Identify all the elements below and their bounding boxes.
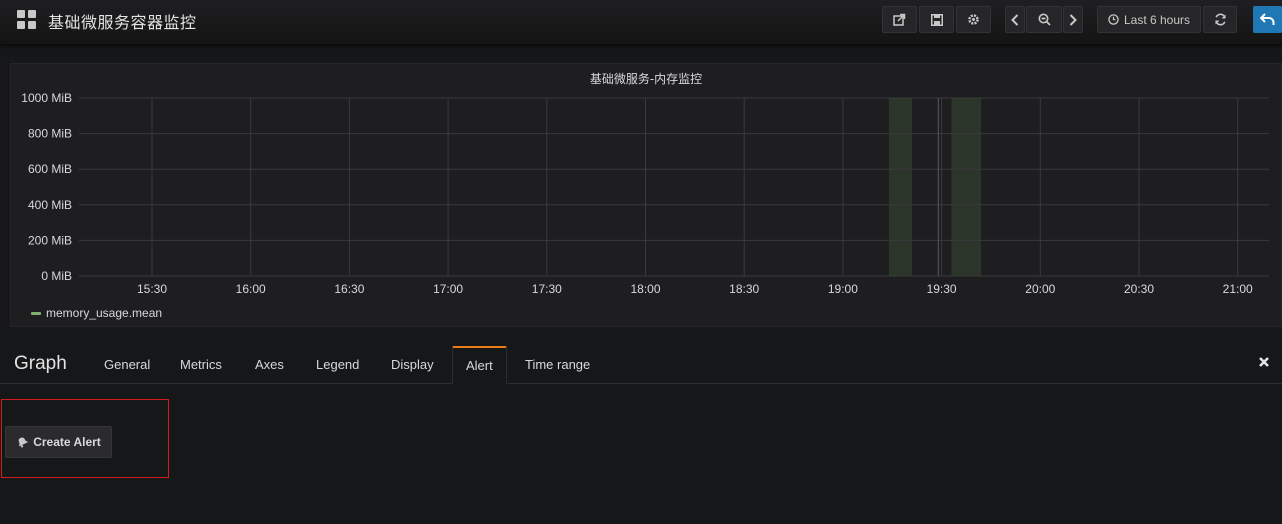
x-tick-label: 19:00 bbox=[828, 282, 858, 296]
tab-general[interactable]: General bbox=[91, 346, 163, 383]
x-tick-label: 20:00 bbox=[1025, 282, 1055, 296]
shaded-region-0 bbox=[888, 98, 912, 276]
close-icon[interactable] bbox=[1258, 356, 1270, 368]
time-range-picker[interactable]: Last 6 hours bbox=[1097, 6, 1201, 33]
create-alert-button[interactable]: Create Alert bbox=[5, 426, 112, 458]
dashboard-title[interactable]: 基础微服务容器监控 bbox=[48, 9, 197, 33]
grid-icon[interactable] bbox=[17, 10, 37, 30]
tab-axes[interactable]: Axes bbox=[242, 346, 297, 383]
x-tick-label: 21:00 bbox=[1223, 282, 1253, 296]
save-button[interactable] bbox=[919, 6, 954, 33]
legend-swatch bbox=[31, 311, 41, 315]
x-tick-label: 16:00 bbox=[236, 282, 266, 296]
save-icon bbox=[930, 13, 943, 26]
tab-alert[interactable]: Alert bbox=[452, 346, 507, 384]
y-tick-label: 1000 MiB bbox=[21, 91, 72, 105]
back-button[interactable] bbox=[1253, 6, 1282, 33]
y-tick-label: 800 MiB bbox=[28, 127, 72, 141]
time-prev-button[interactable] bbox=[1005, 6, 1025, 33]
refresh-button[interactable] bbox=[1203, 6, 1237, 33]
create-alert-label: Create Alert bbox=[33, 435, 101, 449]
x-tick-label: 19:30 bbox=[927, 282, 957, 296]
editor-title: Graph bbox=[14, 353, 67, 374]
x-tick-label: 16:30 bbox=[334, 282, 364, 296]
chevron-right-icon bbox=[1069, 13, 1077, 26]
chevron-left-icon bbox=[1011, 13, 1019, 26]
tab-display[interactable]: Display bbox=[378, 346, 447, 383]
y-tick-label: 400 MiB bbox=[28, 198, 72, 212]
y-tick-label: 200 MiB bbox=[28, 233, 72, 247]
share-icon bbox=[893, 13, 906, 26]
graph-panel[interactable]: 基础微服务-内存监控 0 MiB 200 MiB 400 MiB 600 MiB 800… bbox=[10, 63, 1282, 327]
tab-legend[interactable]: Legend bbox=[303, 346, 372, 383]
memory-chart[interactable]: 0 MiB 200 MiB 400 MiB 600 MiB 800 MiB 1000 Mi… bbox=[11, 64, 1281, 326]
time-range-label: Last 6 hours bbox=[1123, 12, 1191, 27]
settings-button[interactable] bbox=[956, 6, 991, 33]
gear-icon bbox=[968, 14, 979, 25]
back-arrow-icon bbox=[1260, 13, 1275, 25]
panel-editor-header: Graph General Metrics Axes Legend Displa… bbox=[0, 344, 1282, 384]
bell-icon bbox=[18, 437, 29, 448]
time-next-button[interactable] bbox=[1063, 6, 1083, 33]
x-tick-label: 20:30 bbox=[1124, 282, 1154, 296]
share-button[interactable] bbox=[882, 6, 917, 33]
x-tick-label: 18:30 bbox=[729, 282, 759, 296]
zoom-out-icon bbox=[1038, 13, 1051, 26]
x-tick-label: 18:00 bbox=[630, 282, 660, 296]
tab-metrics[interactable]: Metrics bbox=[167, 346, 235, 383]
y-tick-label: 0 MiB bbox=[41, 269, 72, 283]
legend: memory_usage.mean bbox=[31, 306, 162, 320]
x-tick-label: 17:30 bbox=[532, 282, 562, 296]
zoom-out-button[interactable] bbox=[1026, 6, 1062, 33]
y-tick-label: 600 MiB bbox=[28, 162, 72, 176]
shaded-region-1 bbox=[951, 98, 982, 276]
refresh-icon bbox=[1214, 13, 1226, 26]
x-tick-label: 15:30 bbox=[137, 282, 167, 296]
x-tick-label: 17:00 bbox=[433, 282, 463, 296]
tab-time-range[interactable]: Time range bbox=[512, 346, 603, 383]
top-navbar: 基础微服务容器监控 Last 6 hours bbox=[0, 0, 1282, 45]
legend-item-label[interactable]: memory_usage.mean bbox=[46, 306, 162, 320]
clock-icon bbox=[1108, 14, 1119, 25]
